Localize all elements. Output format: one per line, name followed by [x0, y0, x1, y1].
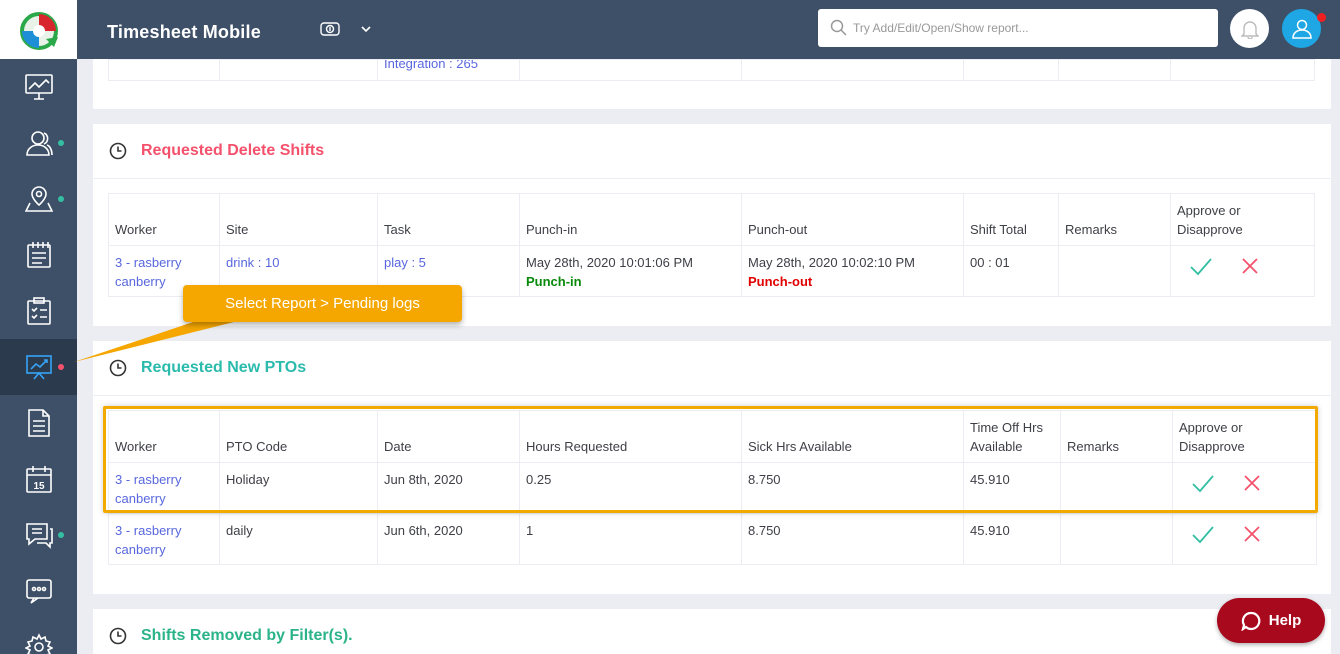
- callout-pointer: [74, 318, 250, 362]
- help-button[interactable]: Help: [1217, 598, 1325, 643]
- annotation-highlight-box: [103, 406, 1318, 513]
- annotation-callout: Select Report > Pending logs: [183, 285, 462, 322]
- help-label: Help: [1268, 612, 1302, 629]
- help-chat-icon: [1241, 611, 1261, 631]
